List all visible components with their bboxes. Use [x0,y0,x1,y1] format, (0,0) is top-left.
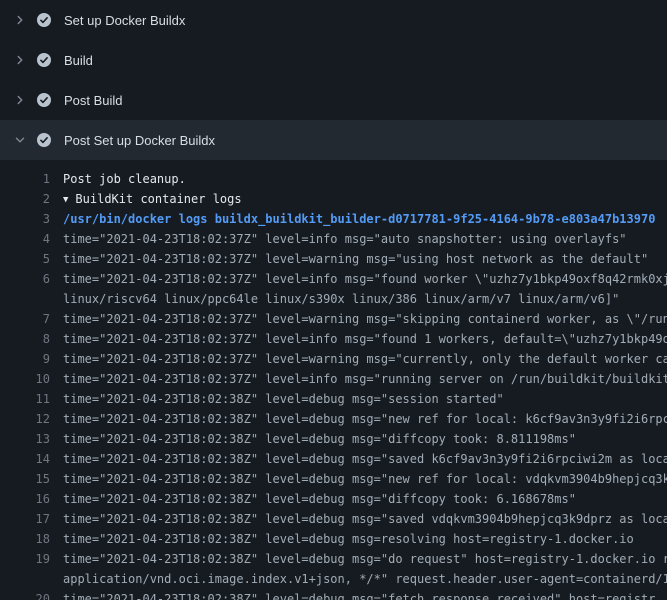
step-row-post-set-up-docker-buildx[interactable]: Post Set up Docker Buildx [0,120,667,160]
line-number[interactable]: 6 [0,269,50,289]
line-number[interactable]: 3 [0,209,50,229]
step-row-build[interactable]: Build [0,40,667,80]
log-text: time="2021-04-23T18:02:37Z" level=info m… [50,269,667,289]
line-number[interactable]: 9 [0,349,50,369]
log-text: linux/riscv64 linux/ppc64le linux/s390x … [50,289,619,309]
log-line: 2 ▼ BuildKit container logs [0,189,667,209]
line-number[interactable]: 20 [0,589,50,600]
log-text: time="2021-04-23T18:02:37Z" level=info m… [50,229,627,249]
log-text: time="2021-04-23T18:02:38Z" level=debug … [50,589,655,600]
log-text: time="2021-04-23T18:02:38Z" level=debug … [50,389,504,409]
log-line: 10time="2021-04-23T18:02:37Z" level=info… [0,369,667,389]
line-number[interactable]: 17 [0,509,50,529]
log-line: application/vnd.oci.image.index.v1+json,… [0,569,667,589]
line-number[interactable]: 8 [0,329,50,349]
log-text: time="2021-04-23T18:02:38Z" level=debug … [50,489,576,509]
line-number[interactable]: 11 [0,389,50,409]
log-line: 17time="2021-04-23T18:02:38Z" level=debu… [0,509,667,529]
line-number[interactable]: 14 [0,449,50,469]
log-text: Post job cleanup. [50,169,186,189]
line-number[interactable]: 13 [0,429,50,449]
log-area: 1Post job cleanup.2 ▼ BuildKit container l… [0,160,667,600]
group-label: BuildKit container logs [75,192,241,206]
log-line: 5time="2021-04-23T18:02:37Z" level=warni… [0,249,667,269]
line-number[interactable]: 4 [0,229,50,249]
log-text: time="2021-04-23T18:02:37Z" level=info m… [50,329,667,349]
check-circle-icon [36,52,52,68]
step-label: Build [64,53,93,68]
log-text: time="2021-04-23T18:02:38Z" level=debug … [50,409,667,429]
step-label: Post Build [64,93,123,108]
line-number[interactable]: 2 [0,189,50,209]
step-row-post-build[interactable]: Post Build [0,80,667,120]
check-circle-icon [36,132,52,148]
log-text: application/vnd.oci.image.index.v1+json,… [50,569,667,589]
line-number[interactable]: 16 [0,489,50,509]
line-number [0,569,50,589]
log-line: 12time="2021-04-23T18:02:38Z" level=debu… [0,409,667,429]
chevron-right-icon [12,52,28,68]
log-text: time="2021-04-23T18:02:37Z" level=info m… [50,369,667,389]
chevron-right-icon [12,12,28,28]
log-text: time="2021-04-23T18:02:37Z" level=warnin… [50,309,667,329]
log-line: 6time="2021-04-23T18:02:37Z" level=info … [0,269,667,289]
log-line: 19time="2021-04-23T18:02:38Z" level=debu… [0,549,667,569]
line-number[interactable]: 15 [0,469,50,489]
step-row-set-up-docker-buildx[interactable]: Set up Docker Buildx [0,0,667,40]
log-text: time="2021-04-23T18:02:38Z" level=debug … [50,549,667,569]
log-line: 1Post job cleanup. [0,169,667,189]
log-line: 14time="2021-04-23T18:02:38Z" level=debu… [0,449,667,469]
log-text: time="2021-04-23T18:02:38Z" level=debug … [50,529,634,549]
log-text: time="2021-04-23T18:02:38Z" level=debug … [50,429,576,449]
log-text: time="2021-04-23T18:02:37Z" level=warnin… [50,349,667,369]
log-line: 4time="2021-04-23T18:02:37Z" level=info … [0,229,667,249]
log-line: 11time="2021-04-23T18:02:38Z" level=debu… [0,389,667,409]
line-number [0,289,50,309]
group-toggle-icon[interactable]: ▼ [63,195,68,205]
log-line: 7time="2021-04-23T18:02:37Z" level=warni… [0,309,667,329]
log-line: 3/usr/bin/docker logs buildx_buildkit_bu… [0,209,667,229]
log-text: time="2021-04-23T18:02:38Z" level=debug … [50,509,667,529]
log-line: 13time="2021-04-23T18:02:38Z" level=debu… [0,429,667,449]
log-line: 8time="2021-04-23T18:02:37Z" level=info … [0,329,667,349]
step-label: Post Set up Docker Buildx [64,133,215,148]
line-number[interactable]: 1 [0,169,50,189]
line-number[interactable]: 18 [0,529,50,549]
check-circle-icon [36,12,52,28]
log-line: 9time="2021-04-23T18:02:37Z" level=warni… [0,349,667,369]
chevron-down-icon [12,132,28,148]
log-text: time="2021-04-23T18:02:38Z" level=debug … [50,449,667,469]
log-line: 15time="2021-04-23T18:02:38Z" level=debu… [0,469,667,489]
log-line: 20time="2021-04-23T18:02:38Z" level=debu… [0,589,667,600]
log-line: 18time="2021-04-23T18:02:38Z" level=debu… [0,529,667,549]
log-line: linux/riscv64 linux/ppc64le linux/s390x … [0,289,667,309]
log-text: time="2021-04-23T18:02:37Z" level=warnin… [50,249,648,269]
actions-log-viewer: Set up Docker Buildx Build Post Build Post … [0,0,667,600]
line-number[interactable]: 19 [0,549,50,569]
line-number[interactable]: 5 [0,249,50,269]
log-command-text: /usr/bin/docker logs buildx_buildkit_bui… [50,209,655,229]
step-label: Set up Docker Buildx [64,13,185,28]
line-number[interactable]: 12 [0,409,50,429]
check-circle-icon [36,92,52,108]
log-line: 16time="2021-04-23T18:02:38Z" level=debu… [0,489,667,509]
chevron-right-icon [12,92,28,108]
line-number[interactable]: 7 [0,309,50,329]
log-text: time="2021-04-23T18:02:38Z" level=debug … [50,469,667,489]
steps-list: Set up Docker Buildx Build Post Build Post … [0,0,667,160]
line-number[interactable]: 10 [0,369,50,389]
